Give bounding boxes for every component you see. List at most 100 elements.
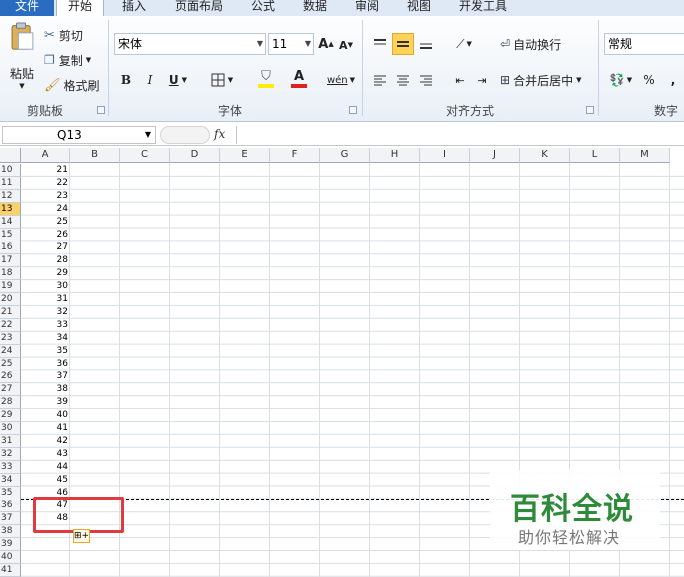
- column-header-h[interactable]: H: [370, 148, 420, 163]
- font-name-select[interactable]: 宋体 ▼: [114, 33, 266, 55]
- tab-file[interactable]: 文件: [0, 0, 54, 16]
- row-header[interactable]: 25: [0, 357, 21, 371]
- row-header[interactable]: 11: [0, 176, 21, 190]
- row-header[interactable]: 32: [0, 447, 21, 461]
- cell-a[interactable]: 27: [21, 241, 70, 254]
- tab-view[interactable]: 视图: [407, 0, 431, 16]
- cell-a[interactable]: [21, 551, 70, 564]
- cell-a[interactable]: 30: [21, 280, 70, 293]
- row-header[interactable]: 22: [0, 318, 21, 332]
- font-color-button[interactable]: A: [284, 68, 314, 90]
- cell-a[interactable]: 25: [21, 216, 70, 229]
- row-header[interactable]: 15: [0, 228, 21, 242]
- cell-a[interactable]: 34: [21, 332, 70, 345]
- tab-data[interactable]: 数据: [303, 0, 327, 16]
- phonetic-button[interactable]: wén ▼: [326, 70, 356, 90]
- cell-a[interactable]: 28: [21, 254, 70, 267]
- row-header[interactable]: 37: [0, 512, 21, 526]
- column-header-j[interactable]: J: [470, 148, 520, 163]
- cell-a[interactable]: [21, 538, 70, 551]
- merge-center-button[interactable]: ⊞ 合并后居中 ▼: [500, 70, 581, 90]
- format-painter-button[interactable]: 🖌 格式刷: [44, 76, 100, 94]
- bold-button[interactable]: B: [117, 70, 135, 90]
- tab-page-layout[interactable]: 页面布局: [175, 0, 223, 16]
- borders-button[interactable]: ▼: [206, 70, 238, 90]
- row-header[interactable]: 13: [0, 202, 21, 216]
- cell-a[interactable]: 26: [21, 229, 70, 242]
- tab-insert[interactable]: 插入: [122, 0, 146, 16]
- align-top-button[interactable]: [370, 34, 390, 54]
- accounting-format-button[interactable]: 💱 ▼: [606, 70, 636, 90]
- formula-bar-splitter[interactable]: [160, 126, 210, 144]
- wrap-text-button[interactable]: ⏎ 自动换行: [500, 34, 561, 54]
- align-bottom-button[interactable]: [416, 34, 436, 54]
- row-header[interactable]: 35: [0, 486, 21, 500]
- cell-a[interactable]: 36: [21, 358, 70, 371]
- column-header-f[interactable]: F: [270, 148, 320, 163]
- clipboard-launcher-icon[interactable]: [97, 106, 105, 114]
- name-box[interactable]: Q13 ▼: [2, 126, 156, 144]
- cell-a[interactable]: 23: [21, 190, 70, 203]
- alignment-launcher-icon[interactable]: [586, 106, 594, 114]
- formula-input[interactable]: [236, 126, 684, 144]
- column-header-e[interactable]: E: [220, 148, 270, 163]
- row-header[interactable]: 38: [0, 525, 21, 539]
- cell-a[interactable]: 45: [21, 474, 70, 487]
- cell-a[interactable]: 39: [21, 396, 70, 409]
- cell-a[interactable]: 42: [21, 435, 70, 448]
- increase-indent-button[interactable]: ⇥: [472, 70, 492, 90]
- column-header-g[interactable]: G: [320, 148, 370, 163]
- row-header[interactable]: 28: [0, 396, 21, 410]
- row-header[interactable]: 19: [0, 280, 21, 294]
- row-header[interactable]: 14: [0, 215, 21, 229]
- row-header[interactable]: 12: [0, 189, 21, 203]
- cell-a[interactable]: 44: [21, 461, 70, 474]
- underline-button[interactable]: U ▼: [165, 70, 191, 90]
- row-header[interactable]: 20: [0, 293, 21, 306]
- row-header[interactable]: 10: [0, 164, 21, 177]
- row-header[interactable]: 40: [0, 551, 21, 564]
- decrease-indent-button[interactable]: ⇤: [450, 70, 470, 90]
- align-left-button[interactable]: [370, 70, 390, 90]
- column-header-d[interactable]: D: [170, 148, 220, 163]
- row-header[interactable]: 23: [0, 331, 21, 345]
- tab-review[interactable]: 审阅: [355, 0, 379, 16]
- cell-a[interactable]: 43: [21, 448, 70, 461]
- italic-button[interactable]: I: [141, 70, 159, 90]
- percent-button[interactable]: %: [640, 70, 658, 90]
- cell-a[interactable]: 22: [21, 177, 70, 190]
- column-header-m[interactable]: M: [620, 148, 670, 163]
- column-header-k[interactable]: K: [520, 148, 570, 163]
- row-header[interactable]: 17: [0, 254, 21, 268]
- insert-function-button[interactable]: fx: [214, 127, 232, 143]
- select-all-corner[interactable]: [0, 148, 21, 163]
- column-header-c[interactable]: C: [120, 148, 170, 163]
- column-header-a[interactable]: A: [21, 148, 70, 163]
- tab-home[interactable]: 开始: [56, 0, 104, 16]
- row-header[interactable]: 31: [0, 434, 21, 448]
- row-header[interactable]: 21: [0, 305, 21, 319]
- column-header-l[interactable]: L: [570, 148, 620, 163]
- cell-a[interactable]: 40: [21, 409, 70, 422]
- cell-a[interactable]: 32: [21, 306, 70, 319]
- tab-developer[interactable]: 开发工具: [459, 0, 507, 16]
- cell-a[interactable]: 37: [21, 370, 70, 383]
- auto-fill-options-icon[interactable]: ⊞+: [73, 529, 90, 543]
- cell-a[interactable]: 21: [21, 164, 70, 177]
- column-header-b[interactable]: B: [70, 148, 120, 163]
- align-center-button[interactable]: [393, 70, 413, 90]
- row-header[interactable]: 33: [0, 460, 21, 474]
- row-header[interactable]: 27: [0, 383, 21, 397]
- worksheet-grid[interactable]: ABCDEFGHIJKLM 10 21 11 22 12 23 13 24 14 25 15 26 16…: [0, 148, 684, 577]
- comma-button[interactable]: ,: [666, 70, 680, 90]
- row-header[interactable]: 26: [0, 370, 21, 384]
- font-launcher-icon[interactable]: [349, 106, 357, 114]
- row-header[interactable]: 36: [0, 499, 21, 513]
- row-header[interactable]: 16: [0, 241, 21, 255]
- tab-formulas[interactable]: 公式: [251, 0, 275, 16]
- row-header[interactable]: 24: [0, 344, 21, 358]
- cell-a[interactable]: 29: [21, 267, 70, 280]
- align-middle-button[interactable]: [392, 33, 414, 55]
- font-size-select[interactable]: 11 ▼: [268, 33, 314, 55]
- row-header[interactable]: 29: [0, 409, 21, 423]
